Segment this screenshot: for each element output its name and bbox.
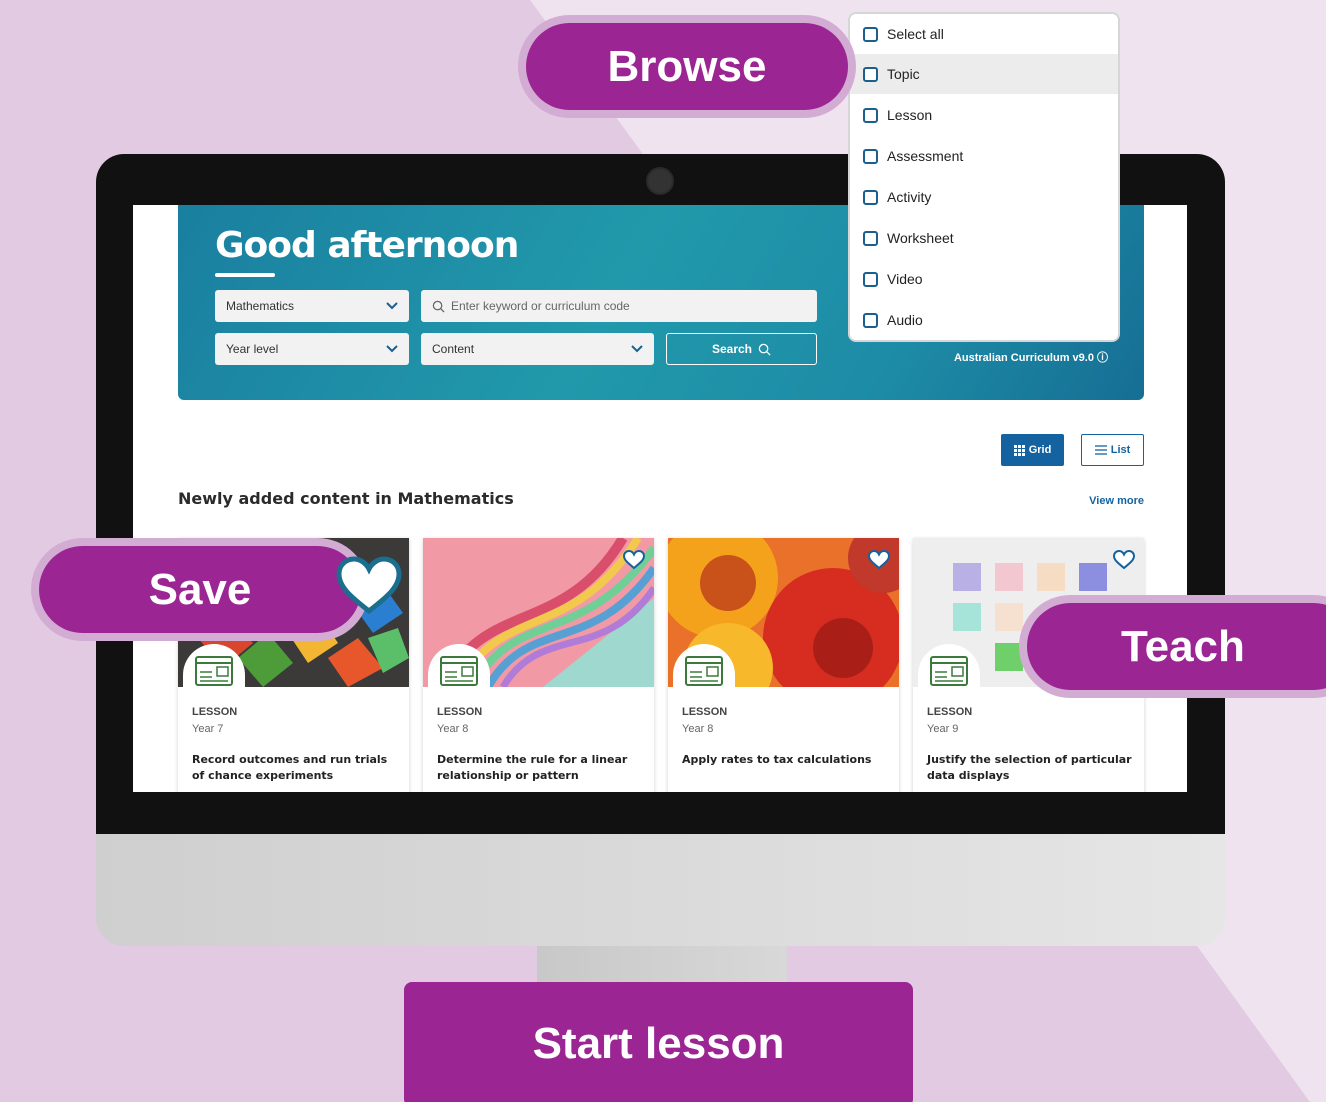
dropdown-option-video[interactable]: Video <box>850 259 1118 299</box>
lesson-icon <box>195 656 233 686</box>
card-type-badge <box>428 644 490 698</box>
list-view-button[interactable]: List <box>1081 434 1144 466</box>
dropdown-option-select-all[interactable]: Select all <box>850 14 1118 54</box>
option-label: Activity <box>887 189 932 205</box>
card-title[interactable]: Apply rates to tax calculations <box>682 752 887 768</box>
checkbox[interactable] <box>863 271 878 287</box>
heart-icon[interactable] <box>868 550 890 570</box>
lesson-icon <box>930 656 968 686</box>
subject-select[interactable]: Mathematics <box>215 290 409 322</box>
heart-icon <box>336 556 402 615</box>
card-type-badge <box>183 644 245 698</box>
dropdown-option-topic[interactable]: Topic <box>850 54 1118 94</box>
option-label: Video <box>887 271 923 287</box>
checkbox[interactable] <box>863 230 878 246</box>
year-level-select[interactable]: Year level <box>215 333 409 365</box>
checkbox[interactable] <box>863 107 878 123</box>
heart-icon[interactable] <box>1113 550 1135 570</box>
search-button-label: Search <box>711 342 753 356</box>
teach-callout: Teach <box>1027 603 1326 690</box>
card-year: Year 8 <box>437 723 469 735</box>
chevron-down-icon <box>631 345 643 353</box>
search-placeholder: Enter keyword or curriculum code <box>451 299 630 313</box>
checkbox[interactable] <box>863 148 878 164</box>
lesson-icon <box>440 656 478 686</box>
card-year: Year 7 <box>192 723 224 735</box>
checkbox[interactable] <box>863 26 878 42</box>
search-button[interactable]: Search <box>666 333 817 365</box>
monitor-stand <box>537 946 787 986</box>
subject-select-value: Mathematics <box>226 299 295 313</box>
content-card[interactable]: LESSON Year 8 Apply rates to tax calcula… <box>668 538 899 792</box>
list-view-label: List <box>1110 444 1131 456</box>
browse-callout: Browse <box>526 23 848 110</box>
greeting-title: Good afternoon <box>215 225 519 266</box>
monitor-chin <box>96 834 1225 946</box>
list-icon <box>1094 445 1107 455</box>
start-lesson-button[interactable]: Start lesson <box>404 982 913 1102</box>
grid-view-label: Grid <box>1028 444 1052 456</box>
card-type: LESSON <box>927 706 973 718</box>
search-input[interactable]: Enter keyword or curriculum code <box>421 290 817 322</box>
content-type-dropdown: Select all Topic Lesson Assessment Activ… <box>848 12 1120 342</box>
camera-icon <box>646 167 674 195</box>
save-label: Save <box>148 564 252 614</box>
save-callout: Save <box>39 546 361 633</box>
heart-icon[interactable] <box>623 550 645 570</box>
card-year: Year 9 <box>927 723 959 735</box>
option-label: Select all <box>887 26 944 42</box>
card-type: LESSON <box>437 706 483 718</box>
dropdown-option-audio[interactable]: Audio <box>850 300 1118 340</box>
start-lesson-label: Start lesson <box>532 1019 785 1068</box>
section-title: Newly added content in Mathematics <box>178 489 514 508</box>
card-type-badge <box>918 644 980 698</box>
card-title[interactable]: Justify the selection of particular data… <box>927 752 1132 784</box>
dropdown-option-lesson[interactable]: Lesson <box>850 95 1118 135</box>
option-label: Worksheet <box>887 230 954 246</box>
curriculum-version[interactable]: Australian Curriculum v9.0 ⓘ <box>954 349 1108 365</box>
content-select[interactable]: Content <box>421 333 654 365</box>
dropdown-option-worksheet[interactable]: Worksheet <box>850 218 1118 258</box>
checkbox[interactable] <box>863 189 878 205</box>
content-card[interactable]: LESSON Year 8 Determine the rule for a l… <box>423 538 654 792</box>
card-title[interactable]: Determine the rule for a linear relation… <box>437 752 642 784</box>
chevron-down-icon <box>386 302 398 310</box>
grid-icon <box>1013 444 1025 456</box>
year-level-value: Year level <box>226 342 279 356</box>
checkbox[interactable] <box>863 312 878 328</box>
view-more-link[interactable]: View more <box>1089 495 1144 507</box>
card-type-badge <box>673 644 735 698</box>
option-label: Assessment <box>887 148 964 164</box>
card-type: LESSON <box>192 706 238 718</box>
card-title[interactable]: Record outcomes and run trials of chance… <box>192 752 397 784</box>
grid-view-button[interactable]: Grid <box>1001 434 1064 466</box>
search-icon <box>432 300 445 313</box>
browse-label: Browse <box>607 41 767 91</box>
content-select-value: Content <box>432 342 475 356</box>
chevron-down-icon <box>386 345 398 353</box>
checkbox[interactable] <box>863 66 878 82</box>
card-year: Year 8 <box>682 723 714 735</box>
lesson-icon <box>685 656 723 686</box>
teach-label: Teach <box>1121 621 1245 671</box>
option-label: Topic <box>887 66 920 82</box>
option-label: Audio <box>887 312 923 328</box>
dropdown-option-activity[interactable]: Activity <box>850 177 1118 217</box>
search-icon <box>758 343 771 356</box>
option-label: Lesson <box>887 107 933 123</box>
title-underline <box>215 273 275 277</box>
card-type: LESSON <box>682 706 728 718</box>
dropdown-option-assessment[interactable]: Assessment <box>850 136 1118 176</box>
